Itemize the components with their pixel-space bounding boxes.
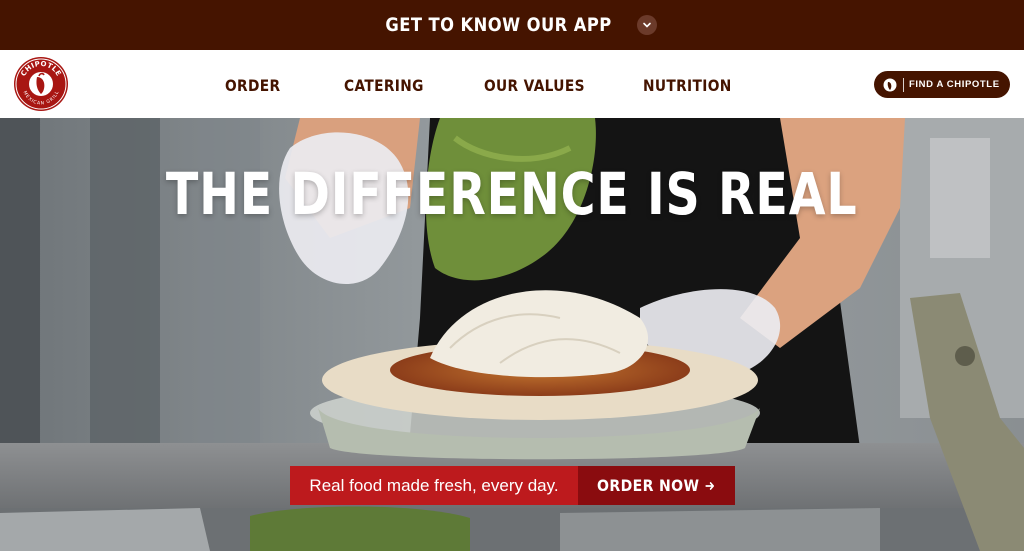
hero-cta-bar: Real food made fresh, every day. ORDER N… (290, 466, 735, 505)
hero-section: THE DIFFERENCE IS REAL Real food made fr… (0, 118, 1024, 551)
nav-item-order[interactable]: ORDER (225, 74, 280, 96)
button-divider (903, 77, 904, 92)
app-promo-text: GET TO KNOW OUR APP (385, 14, 613, 36)
hero-tagline: Real food made fresh, every day. (290, 466, 578, 505)
chevron-down-icon[interactable] (636, 15, 657, 35)
app-promo-banner[interactable]: GET TO KNOW OUR APP (0, 0, 1024, 50)
nav-item-our-values[interactable]: OUR VALUES (484, 74, 585, 96)
nav-links: ORDER CATERING OUR VALUES NUTRITION (0, 50, 1024, 118)
nav-item-catering[interactable]: CATERING (344, 74, 424, 96)
order-now-button[interactable]: ORDER NOW (578, 466, 735, 505)
chipotle-pepper-icon (883, 78, 897, 92)
hero-headline: THE DIFFERENCE IS REAL (166, 160, 858, 228)
main-navigation: CHIPOTLE MEXICAN GRILL ORDER CATERING OU… (0, 50, 1024, 118)
nav-item-nutrition[interactable]: NUTRITION (643, 74, 732, 96)
arrow-right-icon (705, 481, 716, 491)
find-a-chipotle-button[interactable]: FIND A CHIPOTLE (874, 71, 1010, 98)
find-a-chipotle-label: FIND A CHIPOTLE (909, 79, 1000, 90)
order-now-label: ORDER NOW (597, 476, 700, 495)
